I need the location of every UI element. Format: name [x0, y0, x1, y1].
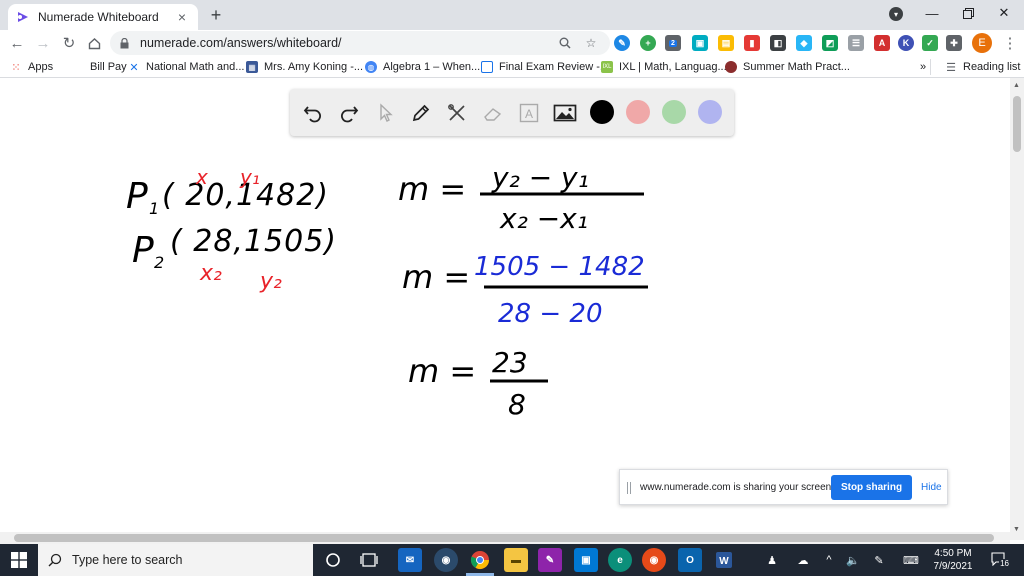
search-placeholder: Type here to search — [72, 553, 183, 567]
notifications-icon[interactable]: 16 — [991, 552, 1009, 568]
windows-taskbar: Type here to search ✉ ◉ ▬ ✎ ▣ e ◉ O W ♟ … — [0, 544, 1024, 576]
vertical-scroll-thumb[interactable] — [1013, 96, 1021, 152]
p1-y-annotation: y₁ — [239, 165, 260, 189]
formula-numerator: y₂ − y₁ — [491, 161, 589, 194]
chevron-up-icon[interactable]: ^ — [821, 552, 837, 568]
p2-x-annotation: x₂ — [199, 261, 222, 286]
system-clock[interactable]: 4:50 PM 7/9/2021 — [928, 547, 978, 573]
paint-app-icon[interactable]: ✎ — [538, 548, 562, 572]
keyboard-icon[interactable]: ⌨ — [903, 552, 919, 568]
volume-icon[interactable]: 🔈 — [845, 552, 861, 568]
recorder-app-icon[interactable]: ◉ — [642, 548, 666, 572]
horizontal-scrollbar[interactable] — [0, 532, 1010, 544]
scroll-up-icon[interactable]: ▲ — [1013, 82, 1020, 89]
svg-text:W: W — [719, 556, 729, 567]
result-numerator: 23 — [492, 346, 528, 379]
substitution-m-equals: m = — [402, 258, 470, 296]
pen-workspace-icon[interactable]: ✎ — [871, 552, 887, 568]
p1-label: P — [126, 176, 148, 217]
chrome-taskbar-icon[interactable] — [468, 548, 492, 572]
task-view-icon[interactable] — [357, 548, 381, 572]
p2-coordinates: ( 28,1505) — [170, 224, 337, 259]
substitution-numerator: 1505 − 1482 — [474, 252, 645, 282]
whiteboard-canvas[interactable]: P 1 ( 20,1482) x y₁ P 2 ( 28,1505) x₂ y₂… — [0, 0, 1010, 540]
windows-start-icon[interactable] — [0, 544, 38, 576]
p2-subscript: 2 — [154, 253, 164, 272]
notification-count: 16 — [999, 559, 1009, 568]
stop-sharing-button[interactable]: Stop sharing — [831, 475, 912, 500]
clock-time: 4:50 PM — [934, 548, 972, 559]
word-app-icon[interactable]: W — [712, 548, 736, 572]
p2-label: P — [132, 230, 154, 271]
cortana-icon[interactable] — [321, 548, 345, 572]
scroll-down-icon[interactable]: ▼ — [1013, 526, 1020, 533]
media-app-icon[interactable]: ◉ — [434, 548, 458, 572]
p2-y-annotation: y₂ — [259, 269, 282, 294]
screen-share-bar: www.numerade.com is sharing your screen.… — [619, 469, 948, 505]
hide-button[interactable]: Hide — [921, 482, 942, 493]
formula-m-equals: m = — [398, 170, 466, 208]
search-icon — [48, 552, 64, 568]
p1-subscript: 1 — [149, 199, 159, 218]
mail-app-icon[interactable]: ✉ — [398, 548, 422, 572]
onedrive-icon[interactable]: ☁ — [795, 552, 811, 568]
person-icon[interactable]: ♟ — [764, 552, 780, 568]
drag-handle-icon[interactable] — [627, 482, 631, 494]
outlook-app-icon[interactable]: O — [678, 548, 702, 572]
result-m-equals: m = — [408, 352, 476, 390]
formula-denominator: x₂ −x₁ — [499, 202, 588, 235]
horizontal-scroll-thumb[interactable] — [14, 534, 994, 542]
taskbar-search[interactable]: Type here to search — [38, 544, 313, 576]
vertical-scrollbar[interactable]: ▲ ▼ — [1010, 78, 1024, 540]
store-app-icon[interactable]: ▣ — [574, 548, 598, 572]
screen-share-message: www.numerade.com is sharing your screen. — [640, 482, 834, 493]
clock-date: 7/9/2021 — [933, 561, 973, 572]
substitution-denominator: 28 − 20 — [498, 299, 602, 329]
result-denominator: 8 — [508, 388, 526, 421]
p1-x-annotation: x — [195, 165, 208, 189]
file-explorer-icon[interactable]: ▬ — [504, 548, 528, 572]
edge-app-icon[interactable]: e — [608, 548, 632, 572]
